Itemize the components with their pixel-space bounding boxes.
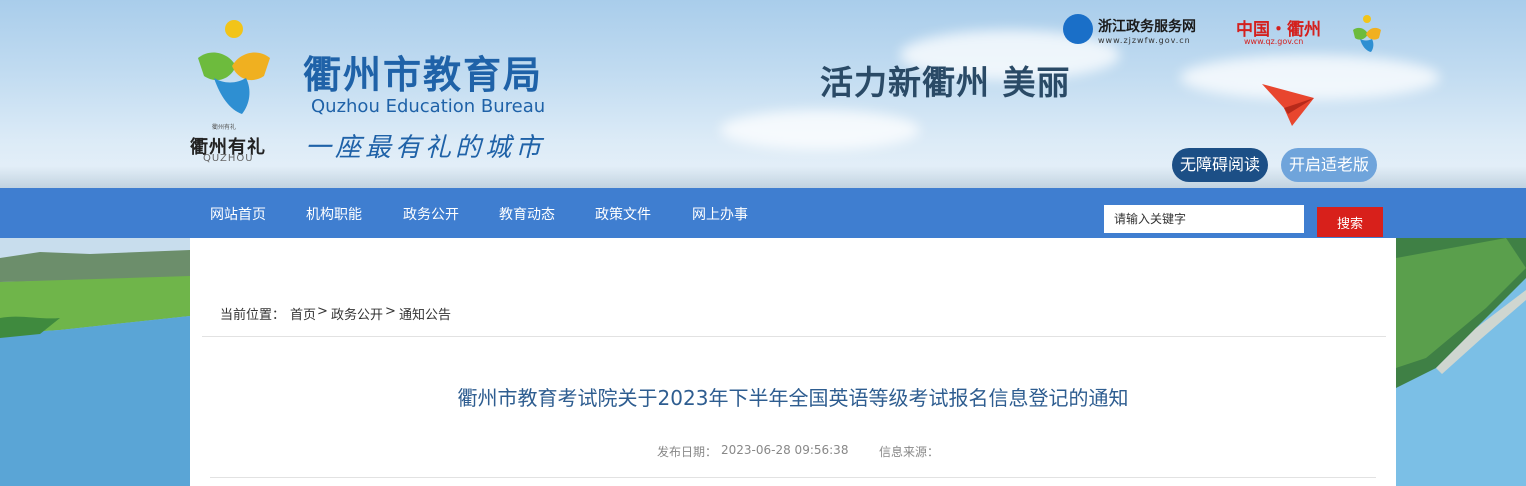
nav-item-online-service[interactable]: 网上办事 — [692, 204, 748, 224]
zhejiang-service-link[interactable]: 浙江政务服务网 — [1098, 16, 1196, 36]
zhejiang-service-logo-icon[interactable] — [1063, 14, 1093, 44]
article-title: 衢州市教育考试院关于2023年下半年全国英语等级考试报名信息登记的通知 — [457, 386, 1129, 410]
breadcrumb-gov-affairs[interactable]: 政务公开 — [331, 304, 383, 323]
search-button[interactable]: 搜索 — [1317, 207, 1383, 237]
nav-item-home[interactable]: 网站首页 — [210, 204, 266, 224]
accessible-reading-button[interactable]: 无障碍阅读 — [1172, 148, 1268, 182]
elder-mode-button[interactable]: 开启适老版 — [1281, 148, 1377, 182]
breadcrumb-notices[interactable]: 通知公告 — [399, 304, 451, 323]
breadcrumb-separator: > — [317, 304, 328, 319]
nav-item-gov-affairs[interactable]: 政务公开 — [403, 204, 459, 224]
publish-date: 2023-06-28 09:56:38 — [721, 443, 849, 457]
river-landscape-image — [1396, 238, 1526, 486]
breadcrumb-label: 当前位置： — [220, 308, 286, 323]
bureau-name-en: Quzhou Education Bureau — [311, 96, 546, 117]
paper-plane-icon — [1262, 84, 1314, 126]
emblem-caption-small: 衢州有礼 — [211, 124, 236, 131]
info-source-label: 信息来源： — [879, 445, 940, 459]
landscape-left — [0, 238, 190, 486]
quzhou-mini-emblem-icon — [1353, 15, 1381, 52]
publish-date-label: 发布日期： — [657, 445, 718, 459]
bureau-slogan: 一座最有礼的城市 — [305, 133, 546, 163]
banner-slogan: 活力新衢州 美丽 — [820, 63, 1071, 102]
zhejiang-service-url: www.zjzwfw.gov.cn — [1098, 36, 1191, 45]
nav-item-policy[interactable]: 政策文件 — [595, 204, 651, 224]
quzhou-gov-url: www.qz.gov.cn — [1244, 37, 1304, 46]
divider — [210, 477, 1376, 478]
breadcrumb-home[interactable]: 首页 — [290, 304, 316, 323]
breadcrumb-separator: > — [385, 304, 396, 319]
search-input[interactable] — [1104, 205, 1304, 233]
landscape-right — [1396, 238, 1526, 486]
nav-item-edu-news[interactable]: 教育动态 — [499, 204, 555, 224]
divider — [202, 336, 1386, 337]
cloud-decoration — [720, 110, 920, 150]
river-landscape-image — [0, 238, 190, 486]
bureau-name-cn[interactable]: 衢州市教育局 — [303, 44, 543, 99]
nav-item-functions[interactable]: 机构职能 — [306, 204, 362, 224]
emblem-pinyin: QUZHOU — [203, 153, 254, 164]
